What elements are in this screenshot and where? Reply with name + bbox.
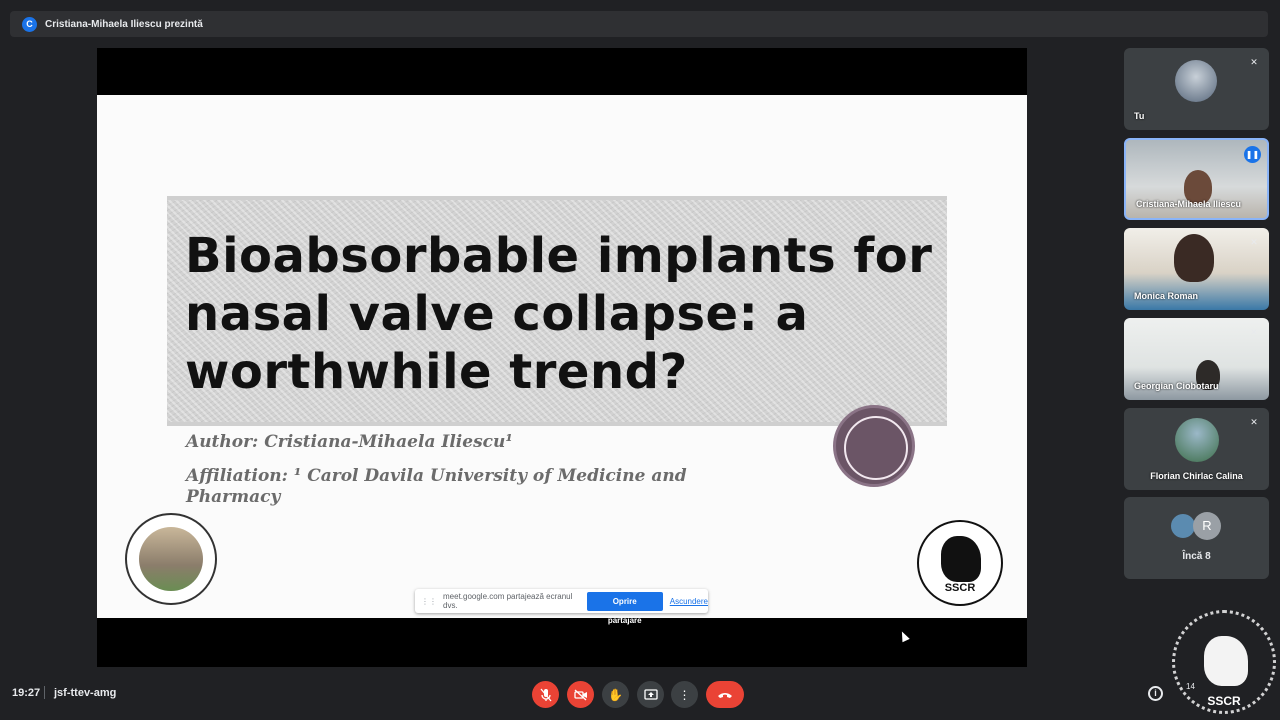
raise-hand-icon: ✋ (608, 687, 623, 702)
end-call-icon (718, 692, 732, 698)
slide-affiliation: Affiliation: ¹ Carol Davila University o… (186, 466, 687, 507)
mic-off-icon: ✕ (1250, 327, 1258, 337)
more-participants-label: Încă 8 (1182, 551, 1211, 562)
stop-sharing-button[interactable]: Oprire partajare (586, 591, 663, 625)
speaking-indicator-icon: ❚❚ (1244, 146, 1261, 163)
participant-name: Monica Roman (1134, 291, 1199, 301)
participant-name: Florian Chirlac Calina (1150, 471, 1243, 481)
participant-name: Cristiana-Mihaela Iliescu (1136, 199, 1242, 209)
screen-share-notice: ⋮⋮ meet.google.com partajează ecranul dv… (415, 589, 708, 625)
more-options-button[interactable]: ⋮ (671, 681, 698, 708)
participant-tile[interactable]: ✕ Monica Roman (1124, 228, 1269, 310)
bottom-control-bar: 19:27 jsf-ttev-amg ✋ ⋮ i 14 (0, 672, 1280, 720)
sscr-watermark: SSCR (1172, 610, 1276, 714)
band-line-bottom (167, 422, 947, 426)
avatar (1175, 418, 1219, 462)
society-logo-text: SSCR (944, 582, 976, 594)
participant-tile-self[interactable]: ✕ Tu (1124, 48, 1269, 130)
more-participants-tile[interactable]: R Încă 8 (1124, 497, 1269, 579)
mic-off-icon: ✕ (1250, 237, 1258, 247)
slide-title: Bioabsorbable implants for nasal valve c… (185, 228, 933, 400)
watermark-text: SSCR (1207, 694, 1241, 708)
society-logo: SSCR (917, 520, 1003, 606)
more-options-icon: ⋮ (678, 687, 691, 702)
mic-off-icon: ✕ (1250, 417, 1258, 427)
avatar: R (1193, 512, 1221, 540)
share-notice-text: meet.google.com partajează ecranul dvs. (443, 592, 573, 610)
mic-off-icon (540, 688, 551, 701)
end-call-button[interactable] (706, 681, 744, 708)
present-screen-icon (643, 688, 658, 700)
more-avatars: R (1169, 512, 1221, 540)
presentation-slide: Bioabsorbable implants for nasal valve c… (97, 95, 1027, 618)
participant-tile-presenter[interactable]: ❚❚ Cristiana-Mihaela Iliescu (1124, 138, 1269, 220)
participant-name: Georgian Ciobotaru (1134, 381, 1219, 391)
microphone-toggle-button[interactable] (532, 681, 559, 708)
participant-tile[interactable]: ✕ Georgian Ciobotaru (1124, 318, 1269, 400)
participant-name: Tu (1134, 111, 1145, 121)
hide-notice-link[interactable]: Ascundere (670, 597, 708, 606)
mouse-cursor-icon (898, 629, 910, 643)
slide-author: Author: Cristiana-Mihaela Iliescu¹ (186, 432, 513, 452)
participant-tile[interactable]: ✕ Florian Chirlac Calina (1124, 408, 1269, 490)
meeting-code: jsf-ttev-amg (54, 687, 117, 699)
mic-off-icon: ✕ (1250, 57, 1258, 67)
participant-video (1174, 234, 1214, 282)
drag-handle-icon[interactable]: ⋮⋮ (421, 597, 437, 606)
presenter-label: Cristiana-Mihaela Iliescu prezintă (45, 18, 203, 30)
decorative-circle (833, 405, 915, 487)
divider (44, 686, 45, 699)
raise-hand-button[interactable]: ✋ (602, 681, 629, 708)
shared-screen: Bioabsorbable implants for nasal valve c… (97, 48, 1027, 667)
watermark-silhouette (1204, 636, 1248, 686)
university-logo (125, 513, 217, 605)
presenting-banner: C Cristiana-Mihaela Iliescu prezintă (10, 11, 1268, 37)
camera-toggle-button[interactable] (567, 681, 594, 708)
avatar (1175, 60, 1217, 102)
info-icon[interactable]: i (1148, 686, 1163, 701)
present-screen-button[interactable] (637, 681, 664, 708)
camera-off-icon (573, 689, 587, 700)
presenter-avatar: C (22, 16, 37, 32)
clock: 19:27 (12, 687, 41, 699)
